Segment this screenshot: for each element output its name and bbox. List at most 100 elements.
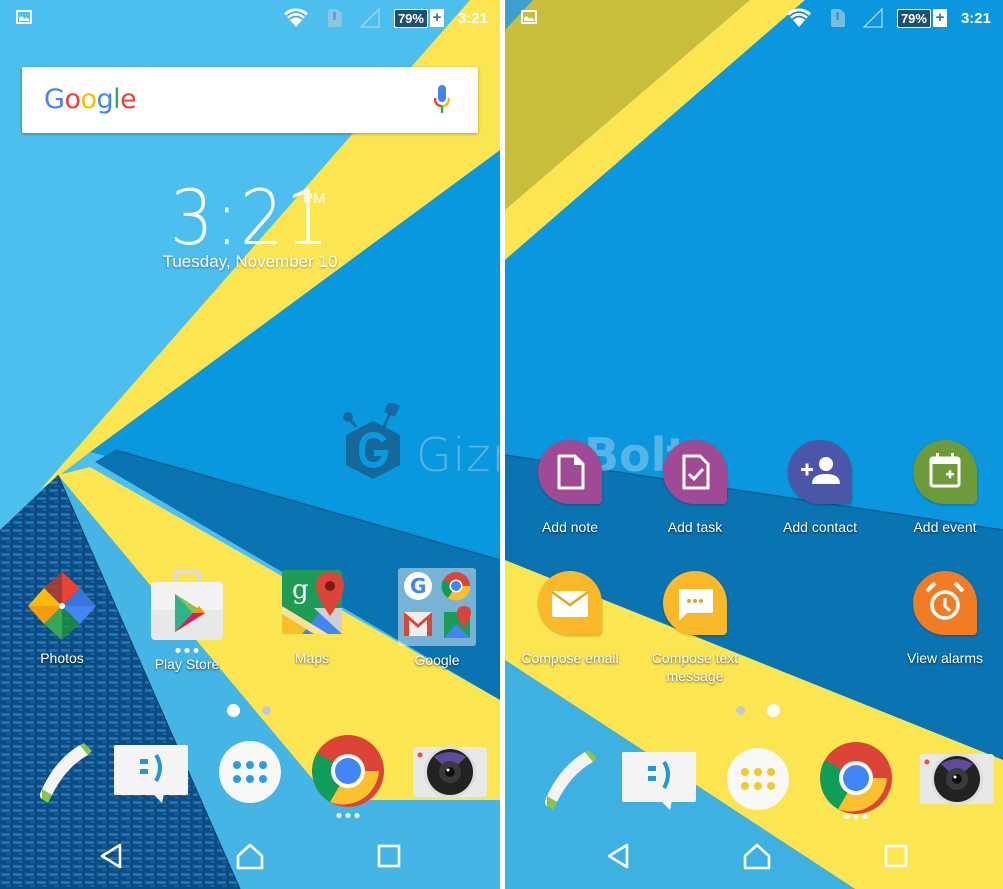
message-icon [663,571,727,635]
dock-chrome[interactable] [312,735,388,818]
charging-icon: + [932,9,947,27]
page-indicator [736,704,780,717]
dock-camera[interactable] [412,735,488,811]
dock [505,742,1003,822]
play-store-icon [149,568,225,644]
battery-percent: 79% [896,8,931,28]
dock-phone[interactable] [22,735,98,811]
messaging-icon [114,745,188,803]
watermark-text: Gizmo [416,428,500,482]
page-dot[interactable] [262,706,271,715]
more-shortcuts-indicator [336,813,360,818]
image-notification-icon [521,10,537,24]
camera-icon [413,746,487,798]
google-folder-icon: G [398,568,476,646]
signal-empty-icon [862,8,883,28]
image-notification-icon [16,10,32,24]
page-dot-active[interactable] [227,704,240,717]
phone-icon [40,743,92,803]
dock-phone[interactable] [527,742,603,818]
shortcut-view-alarms[interactable]: View alarms [880,571,1003,667]
battery-indicator: 79% + [393,8,444,28]
alarm-icon [913,571,977,635]
status-time: 3:21 [457,9,488,27]
shortcut-label: Add note [541,519,599,535]
dock-camera[interactable] [919,742,995,818]
clock-date: Tuesday, November 10 [162,252,338,271]
status-bar: 79% + 3:21 [0,0,500,36]
google-logo: Google [44,84,137,115]
more-shortcuts-indicator [175,648,199,653]
more-shortcuts-indicator [844,814,868,819]
svg-text:g: g [292,575,309,605]
photos-icon [24,568,100,644]
shortcut-compose-text-message[interactable]: Compose text message [630,571,760,685]
shortcut-label: Add contact [783,519,857,535]
shortcut-compose-email[interactable]: Compose email [505,571,635,667]
app-maps[interactable]: g Maps [252,568,372,667]
wifi-icon [786,8,811,27]
google-logo-letter: o [64,84,81,115]
calendar-add-icon [913,440,977,504]
dock-messaging[interactable] [620,742,696,818]
google-logo-letter: G [44,84,65,115]
email-icon [538,571,602,635]
shortcut-label: Compose text message [651,650,739,684]
google-search-bar[interactable]: Google [22,67,478,133]
app-photos[interactable]: Photos [2,568,122,667]
microphone-icon[interactable] [434,85,450,115]
shortcut-add-event[interactable]: Add event [880,440,1003,536]
clock-widget[interactable]: 3:21 PM Tuesday, November 10 [0,178,500,272]
maps-icon: g [274,568,350,644]
home-icon[interactable] [230,836,270,876]
page-dot[interactable] [736,706,745,715]
status-time: 3:21 [960,9,991,27]
google-logo-letter: e [120,84,137,115]
battery-percent: 79% [393,8,428,28]
status-bar: 79% + 3:21 [505,0,1003,36]
shortcut-label: Compose email [521,650,619,666]
dock-app-drawer[interactable] [725,742,801,818]
recents-icon[interactable] [876,836,916,876]
page-indicator [227,704,271,717]
app-drawer-icon [727,748,789,810]
chrome-icon [312,735,384,807]
page-dot-active[interactable] [767,704,780,717]
shortcut-add-note[interactable]: Add note [505,440,635,536]
app-play-store[interactable]: Play Store [127,568,247,673]
folder-label: Google [414,652,460,668]
shortcut-add-contact[interactable]: Add contact [755,440,885,536]
google-logo-letter: g [96,84,114,115]
home-screen-page-1: 79% + 3:21 Google 3:21 PM Tuesday, Novem… [0,0,500,889]
folder-google[interactable]: G Google [377,568,497,669]
recents-icon[interactable] [369,836,409,876]
chrome-icon [820,742,892,814]
google-logo-letter: o [80,84,97,115]
shortcut-label: Add event [913,519,977,535]
shortcut-add-task[interactable]: Add task [630,440,760,536]
charging-icon: + [429,9,444,27]
back-icon[interactable] [92,836,132,876]
back-icon[interactable] [599,836,639,876]
phone-icon [545,750,597,810]
sim-alert-icon [327,9,342,27]
clock-ampm: PM [303,190,326,207]
home-screen-page-2: Bolt 79% + 3:21 Add note Add task Add co… [505,0,1003,889]
svg-text:G: G [410,574,426,598]
app-label: Maps [294,650,330,666]
gizmobolt-logo-watermark [343,403,400,479]
messaging-icon [622,752,696,810]
dock-messaging[interactable] [112,735,188,811]
dock [0,735,500,818]
navigation-bar [505,836,1003,880]
shortcut-label: View alarms [907,650,983,666]
camera-icon [920,753,994,805]
sim-alert-icon [830,9,845,27]
home-icon[interactable] [737,836,777,876]
task-icon [663,440,727,504]
wifi-icon [283,8,308,27]
dock-app-drawer[interactable] [217,735,293,811]
note-icon [538,440,602,504]
dock-chrome[interactable] [820,742,896,819]
signal-empty-icon [359,8,380,28]
